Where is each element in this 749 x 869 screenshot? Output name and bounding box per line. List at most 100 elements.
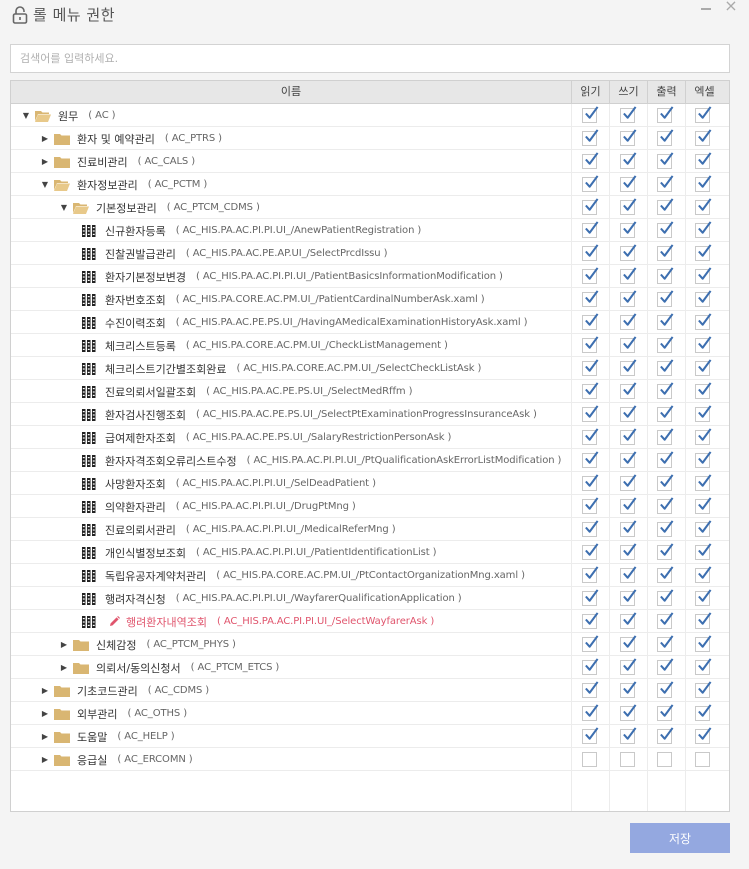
checkbox-excel[interactable] [695, 520, 712, 537]
checkbox-write[interactable] [620, 635, 637, 652]
checkbox-write[interactable] [620, 221, 637, 238]
tree-node[interactable]: 급여제한자조회 ( AC_HIS.PA.AC.PE.PS.UI_/SalaryRe… [78, 426, 451, 449]
checkbox-print[interactable] [657, 752, 672, 767]
checkbox-excel[interactable] [695, 336, 712, 353]
checkbox-read[interactable] [582, 727, 599, 744]
tree-program-row[interactable]: 체크리스트등록 ( AC_HIS.PA.CORE.AC.PM.UI_/CheckL… [11, 334, 729, 357]
tree-node[interactable]: 진료의뢰서관리 ( AC_HIS.PA.AC.PI.PI.UI_/MedicalR… [78, 518, 396, 541]
tree-node[interactable]: ▶ 응급실 ( AC_ERCOMN ) [40, 748, 193, 771]
checkbox-read[interactable] [582, 566, 599, 583]
checkbox-excel[interactable] [695, 290, 712, 307]
collapse-arrow-icon[interactable]: ▼ [21, 104, 31, 127]
tree-node[interactable]: ▼ 기본정보관리 ( AC_PTCM_CDMS ) [59, 196, 260, 219]
checkbox-read[interactable] [582, 497, 599, 514]
checkbox-print[interactable] [657, 612, 674, 629]
checkbox-excel[interactable] [695, 589, 712, 606]
tree-node[interactable]: ▶ 외부관리 ( AC_OTHS ) [40, 702, 187, 725]
checkbox-print[interactable] [657, 175, 674, 192]
tree-program-row[interactable]: 진료의뢰서일괄조회 ( AC_HIS.PA.AC.PE.PS.UI_/Select… [11, 380, 729, 403]
checkbox-read[interactable] [582, 359, 599, 376]
tree-node[interactable]: 신규환자등록 ( AC_HIS.PA.AC.PI.PI.UI_/AnewPatie… [78, 219, 421, 242]
tree-node[interactable]: 의약환자관리 ( AC_HIS.PA.AC.PI.PI.UI_/DrugPtMng… [78, 495, 356, 518]
expand-arrow-icon[interactable]: ▶ [40, 679, 50, 702]
checkbox-excel[interactable] [695, 612, 712, 629]
checkbox-print[interactable] [657, 704, 674, 721]
checkbox-excel[interactable] [695, 681, 712, 698]
checkbox-read[interactable] [582, 612, 599, 629]
checkbox-write[interactable] [620, 589, 637, 606]
tree-node[interactable]: ▼ 환자정보관리 ( AC_PCTM ) [40, 173, 207, 196]
checkbox-read[interactable] [582, 658, 599, 675]
tree-folder-row[interactable]: ▶ 신체감정 ( AC_PTCM_PHYS ) [11, 633, 729, 656]
tree-node[interactable]: 체크리스트기간별조회완료 ( AC_HIS.PA.CORE.AC.PM.UI_/S… [78, 357, 481, 380]
checkbox-write[interactable] [620, 566, 637, 583]
checkbox-print[interactable] [657, 520, 674, 537]
tree-node[interactable]: 진찰권발급관리 ( AC_HIS.PA.AC.PE.AP.UI_/SelectPr… [78, 242, 388, 265]
checkbox-write[interactable] [620, 359, 637, 376]
checkbox-read[interactable] [582, 382, 599, 399]
checkbox-print[interactable] [657, 313, 674, 330]
checkbox-print[interactable] [657, 290, 674, 307]
tree-node[interactable]: 환자번호조회 ( AC_HIS.PA.CORE.AC.PM.UI_/Patient… [78, 288, 485, 311]
checkbox-write[interactable] [620, 382, 637, 399]
tree-program-row[interactable]: 환자번호조회 ( AC_HIS.PA.CORE.AC.PM.UI_/Patient… [11, 288, 729, 311]
column-header-write[interactable]: 쓰기 [609, 81, 647, 103]
checkbox-write[interactable] [620, 428, 637, 445]
tree-folder-row[interactable]: ▼ 환자정보관리 ( AC_PCTM ) [11, 173, 729, 196]
close-button[interactable]: × [724, 0, 738, 15]
checkbox-excel[interactable] [695, 451, 712, 468]
tree-program-row[interactable]: 행려자격신청 ( AC_HIS.PA.AC.PI.PI.UI_/WayfarerQ… [11, 587, 729, 610]
tree-node[interactable]: 진료의뢰서일괄조회 ( AC_HIS.PA.AC.PE.PS.UI_/Select… [78, 380, 412, 403]
checkbox-print[interactable] [657, 382, 674, 399]
checkbox-print[interactable] [657, 129, 674, 146]
search-input[interactable] [10, 44, 730, 73]
tree-program-row[interactable]: 행려환자내역조회 ( AC_HIS.PA.AC.PI.PI.UI_/SelectW… [11, 610, 729, 633]
checkbox-excel[interactable] [695, 359, 712, 376]
checkbox-write[interactable] [620, 267, 637, 284]
checkbox-excel[interactable] [695, 635, 712, 652]
checkbox-print[interactable] [657, 106, 674, 123]
checkbox-write[interactable] [620, 129, 637, 146]
checkbox-write[interactable] [620, 198, 637, 215]
checkbox-write[interactable] [620, 336, 637, 353]
expand-arrow-icon[interactable]: ▶ [40, 702, 50, 725]
checkbox-write[interactable] [620, 175, 637, 192]
checkbox-excel[interactable] [695, 175, 712, 192]
checkbox-excel[interactable] [695, 152, 712, 169]
tree-program-row[interactable]: 환자자격조회오류리스트수정 ( AC_HIS.PA.AC.PI.PI.UI_/Pt… [11, 449, 729, 472]
checkbox-print[interactable] [657, 474, 674, 491]
checkbox-print[interactable] [657, 451, 674, 468]
checkbox-excel[interactable] [695, 474, 712, 491]
expand-arrow-icon[interactable]: ▶ [40, 748, 50, 771]
checkbox-read[interactable] [582, 267, 599, 284]
tree-program-row[interactable]: 사망환자조회 ( AC_HIS.PA.AC.PI.PI.UI_/SelDeadPa… [11, 472, 729, 495]
column-header-name[interactable]: 이름 [11, 81, 571, 103]
tree-program-row[interactable]: 급여제한자조회 ( AC_HIS.PA.AC.PE.PS.UI_/SalaryRe… [11, 426, 729, 449]
checkbox-read[interactable] [582, 589, 599, 606]
tree-program-row[interactable]: 진찰권발급관리 ( AC_HIS.PA.AC.PE.AP.UI_/SelectPr… [11, 242, 729, 265]
checkbox-read[interactable] [582, 221, 599, 238]
checkbox-write[interactable] [620, 681, 637, 698]
checkbox-write[interactable] [620, 244, 637, 261]
checkbox-print[interactable] [657, 589, 674, 606]
checkbox-read[interactable] [582, 290, 599, 307]
expand-arrow-icon[interactable]: ▶ [40, 127, 50, 150]
expand-arrow-icon[interactable]: ▶ [59, 633, 69, 656]
tree-node[interactable]: 개인식별정보조회 ( AC_HIS.PA.AC.PI.PI.UI_/Patient… [78, 541, 437, 564]
tree-node[interactable]: 환자자격조회오류리스트수정 ( AC_HIS.PA.AC.PI.PI.UI_/Pt… [78, 449, 561, 472]
checkbox-excel[interactable] [695, 382, 712, 399]
tree-node[interactable]: 사망환자조회 ( AC_HIS.PA.AC.PI.PI.UI_/SelDeadPa… [78, 472, 376, 495]
checkbox-write[interactable] [620, 106, 637, 123]
checkbox-write[interactable] [620, 704, 637, 721]
checkbox-read[interactable] [582, 198, 599, 215]
checkbox-print[interactable] [657, 681, 674, 698]
tree-folder-row[interactable]: ▼ 원무 ( AC ) [11, 104, 729, 127]
tree-program-row[interactable]: 환자검사진행조회 ( AC_HIS.PA.AC.PE.PS.UI_/SelectP… [11, 403, 729, 426]
checkbox-excel[interactable] [695, 313, 712, 330]
tree-node[interactable]: 환자기본정보변경 ( AC_HIS.PA.AC.PI.PI.UI_/Patient… [78, 265, 503, 288]
expand-arrow-icon[interactable]: ▶ [40, 725, 50, 748]
checkbox-print[interactable] [657, 658, 674, 675]
checkbox-excel[interactable] [695, 752, 710, 767]
checkbox-read[interactable] [582, 451, 599, 468]
tree-node[interactable]: 독립유공자계약처관리 ( AC_HIS.PA.CORE.AC.PM.UI_/PtC… [78, 564, 525, 587]
